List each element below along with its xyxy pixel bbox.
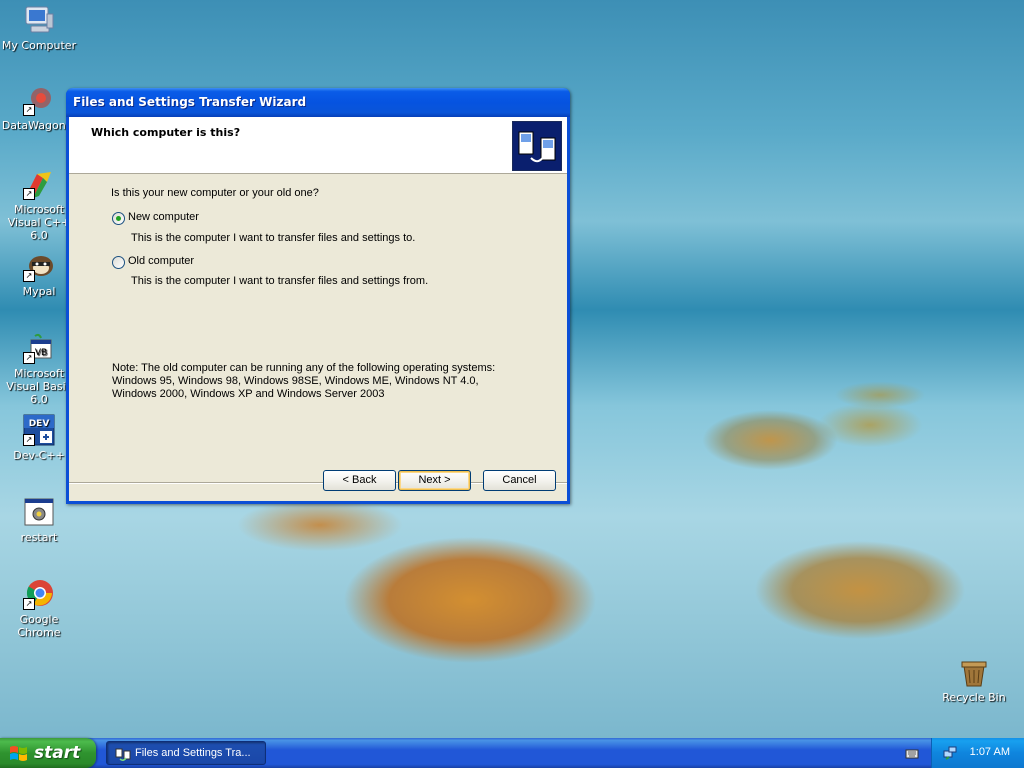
shortcut-arrow-icon: ↗ xyxy=(23,104,35,116)
wizard-header: Which computer is this? xyxy=(69,117,567,174)
desktop-icon-recycle-bin[interactable]: Recycle Bin xyxy=(936,656,1012,704)
transfer-wizard-window[interactable]: Files and Settings Transfer Wizard Which… xyxy=(66,88,570,504)
radio-label-new-computer[interactable]: New computer xyxy=(128,211,199,223)
radio-label-old-computer[interactable]: Old computer xyxy=(128,255,194,267)
recycle-bin-icon xyxy=(958,656,990,688)
network-status-icon[interactable] xyxy=(942,745,958,765)
clock[interactable]: 1:07 AM xyxy=(970,746,1010,758)
shortcut-arrow-icon: ↗ xyxy=(23,352,35,364)
datawagon-icon: ↗ xyxy=(23,84,55,116)
taskbar-item-transfer-wizard[interactable]: Files and Settings Tra... xyxy=(106,741,266,765)
transfer-wizard-small-icon xyxy=(115,746,131,766)
radio-description-old-computer: This is the computer I want to transfer … xyxy=(131,275,429,287)
note-line: Note: The old computer can be running an… xyxy=(112,362,496,374)
wizard-question: Is this your new computer or your old on… xyxy=(111,187,319,199)
visual-cpp-icon: ↗ xyxy=(23,168,55,200)
shortcut-arrow-icon: ↗ xyxy=(23,188,35,200)
desktop-icon-label: My Computer xyxy=(1,39,77,52)
svg-text:DEV: DEV xyxy=(29,419,50,429)
back-button[interactable]: < Back xyxy=(323,470,396,491)
mypal-icon: ↗ xyxy=(23,250,55,282)
window-title: Files and Settings Transfer Wizard xyxy=(73,95,307,109)
taskbar-item-label: Files and Settings Tra... xyxy=(135,747,251,759)
next-button[interactable]: Next > xyxy=(398,470,471,491)
radio-selected-dot xyxy=(116,216,121,221)
shortcut-arrow-icon: ↗ xyxy=(23,434,35,446)
windows-logo-icon xyxy=(9,744,29,766)
radio-description-new-computer: This is the computer I want to transfer … xyxy=(131,232,416,244)
taskbar: start Files and Settings Tra... 1:07 AM xyxy=(0,738,1024,768)
desktop-icon-label: restart xyxy=(20,531,58,544)
radio-button-new-computer[interactable] xyxy=(112,212,125,225)
keyboard-icon[interactable] xyxy=(905,746,919,765)
radio-button-old-computer[interactable] xyxy=(112,256,125,269)
start-button[interactable]: start xyxy=(0,738,96,768)
shortcut-arrow-icon: ↗ xyxy=(23,270,35,282)
window-titlebar[interactable]: Files and Settings Transfer Wizard xyxy=(66,88,570,117)
note-line: Windows 95, Windows 98, Windows 98SE, Wi… xyxy=(112,375,479,387)
dev-cpp-icon: DEV ↗ xyxy=(23,414,55,446)
system-tray: 1:07 AM xyxy=(931,738,1024,768)
computer-icon xyxy=(23,4,55,36)
transfer-wizard-icon xyxy=(512,121,562,171)
visual-basic-icon: VB ↗ xyxy=(23,332,55,364)
batch-file-icon xyxy=(23,496,55,528)
svg-text:VB: VB xyxy=(35,348,47,358)
wizard-page-title: Which computer is this? xyxy=(91,126,241,139)
desktop-icon-google-chrome[interactable]: ↗ Google Chrome xyxy=(1,578,77,639)
wizard-client-area: Which computer is this? Is this your new… xyxy=(69,117,567,501)
shortcut-arrow-icon: ↗ xyxy=(23,598,35,610)
note-line: Windows 2000, Windows XP and Windows Ser… xyxy=(112,388,385,400)
cancel-button[interactable]: Cancel xyxy=(483,470,556,491)
chrome-icon: ↗ xyxy=(23,578,55,610)
desktop-icon-label: Recycle Bin xyxy=(942,691,1006,704)
start-label: start xyxy=(34,743,81,763)
desktop-icon-label: Google Chrome xyxy=(17,613,61,639)
desktop-icon-my-computer[interactable]: My Computer xyxy=(1,4,77,52)
